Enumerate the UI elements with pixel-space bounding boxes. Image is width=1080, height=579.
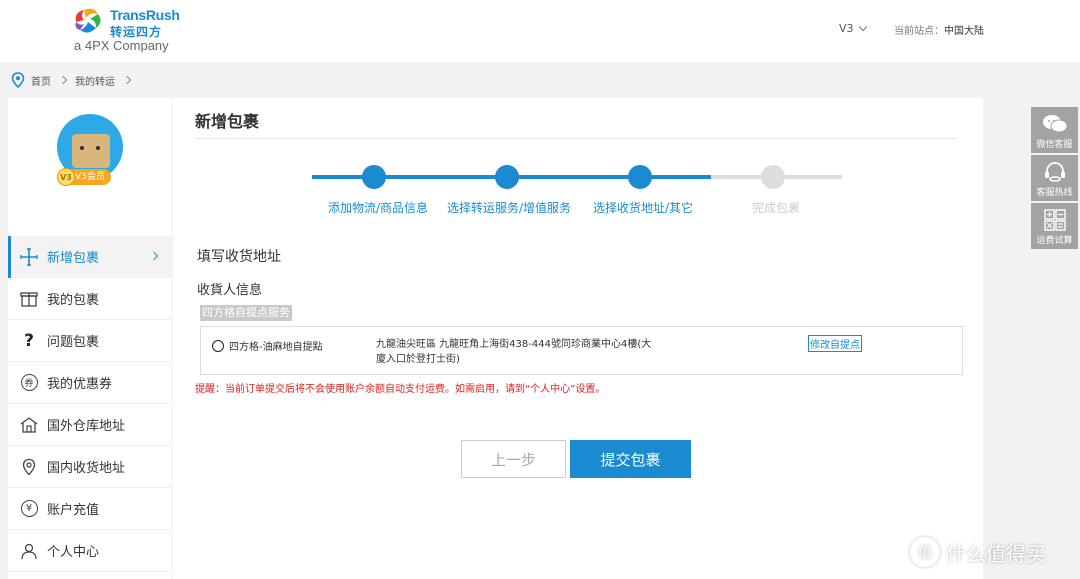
pickup-radio[interactable] [212,340,224,352]
watermark-text: 什么值得买 [946,541,1046,566]
plus-icon [20,247,38,266]
shipping-calculator-button[interactable]: 运费试算 [1031,203,1078,249]
sidebar-item-label: 问题包裹 [47,335,100,350]
step-label-3: 选择收货地址/其它 [592,201,694,215]
sidebar-nav: 新增包裹 我的包裹 ? 问题包裹 券 我的优惠券 国外仓库地址 国内收货地址 ¥… [8,236,172,572]
chevron-right-icon [58,75,68,85]
sidebar-item-label: 我的包裹 [47,293,100,308]
step-dot-2 [495,165,519,189]
breadcrumb-current[interactable]: 我的转运 [75,73,115,88]
v3-icon: V3 [57,168,75,186]
sidebar-item-coupons[interactable]: 券 我的优惠券 [8,362,172,404]
step-dot-4 [761,165,785,189]
calculator-icon [1042,209,1068,231]
step-label-4: 完成包裹 [751,201,801,215]
pickup-point-address: 九龍油尖旺區 九龍旺角上海街438-444號同珍商業中心4樓(大廈入口於登打士街… [376,339,652,365]
wechat-icon [1042,113,1068,135]
avatar-box-illustration [72,134,110,168]
yen-icon: ¥ [20,500,38,518]
headset-icon [1042,161,1068,183]
sidebar: V3 V3会员 新增包裹 我的包裹 ? 问题包裹 券 我的优惠券 国外仓库地址 … [8,98,172,579]
sidebar-item-overseas-warehouse[interactable]: 国外仓库地址 [8,404,172,446]
sidebar-item-new-package[interactable]: 新增包裹 [8,236,172,278]
payment-warning: 提醒：当前订单提交后将不会使用账户余额自动支付运费。如需启用，请到“个人中心”设… [195,384,606,395]
chevron-right-icon [149,251,159,261]
submit-package-button[interactable]: 提交包裹 [570,440,691,478]
logo-text-en: TransRush [110,7,180,23]
sidebar-item-recharge[interactable]: ¥ 账户充值 [8,488,172,530]
logo-subtitle: a 4PX Company [74,38,169,53]
member-badge: V3 V3会员 [57,168,111,186]
section-title: 填写收货地址 [197,249,281,265]
sidebar-item-domestic-address[interactable]: 国内收货地址 [8,446,172,488]
sidebar-item-label: 个人中心 [47,545,100,560]
level-dropdown[interactable]: V3 [839,22,867,35]
member-level-label: V3会员 [75,172,105,182]
edit-pickup-link[interactable]: 修改自提点 [808,335,862,352]
wechat-service-button[interactable]: 微信客服 [1031,107,1078,153]
sidebar-item-label: 我的优惠券 [47,377,113,392]
user-icon [20,542,38,560]
main-panel: 新增包裹 添加物流/商品信息 选择转运服务/增值服务 选择收货地址/其它 完成包… [173,98,983,579]
step-label-2: 选择转运服务/增值服务 [446,201,572,215]
current-site-label: 当前站点： [894,26,944,37]
location-pin-icon [11,72,25,88]
chevron-down-icon [858,22,867,31]
service-tag: 四方格自提点服务 [200,305,292,321]
watermark: 值 什么值得买 [910,537,1046,567]
breadcrumb-home[interactable]: 首页 [31,73,51,88]
coupon-icon: 券 [20,374,38,392]
top-header: TransRush 转运四方 a 4PX Company V3 当前站点：中国大… [0,0,1080,62]
float-item-label: 微信客服 [1036,140,1073,150]
step-dot-3 [628,165,652,189]
hotline-button[interactable]: 客服热线 [1031,155,1078,201]
title-divider [195,138,957,139]
sidebar-item-label: 国内收货地址 [47,461,126,476]
step-label-1: 添加物流/商品信息 [327,201,429,215]
breadcrumb: 首页 我的转运 [11,71,133,89]
current-site[interactable]: 当前站点：中国大陆 [894,22,984,37]
location-icon [20,458,38,476]
floating-service-bar: 微信客服 客服热线 运费试算 [1031,107,1078,251]
page-title: 新增包裹 [195,112,260,131]
sidebar-item-problem-packages[interactable]: ? 问题包裹 [8,320,172,362]
sidebar-item-my-packages[interactable]: 我的包裹 [8,278,172,320]
question-icon: ? [24,330,34,351]
sidebar-item-label: 国外仓库地址 [47,419,126,434]
sidebar-item-personal-center[interactable]: 个人中心 [8,530,172,572]
chevron-right-icon [122,75,132,85]
step-dot-1 [362,165,386,189]
sidebar-item-label: 账户充值 [47,503,100,518]
receiver-info-title: 收貨人信息 [197,283,263,298]
warehouse-icon [20,416,38,434]
pickup-point-name: 四方格-油麻地自提點 [229,342,323,353]
float-item-label: 运费试算 [1036,236,1073,246]
pickup-address-card: 四方格-油麻地自提點 九龍油尖旺區 九龍旺角上海街438-444號同珍商業中心4… [200,326,963,375]
level-value: V3 [839,22,854,35]
current-site-value: 中国大陆 [944,26,984,37]
transrush-logo[interactable]: TransRush 转运四方 a 4PX Company [72,6,182,56]
watermark-logo-icon: 值 [910,537,940,567]
sidebar-item-label: 新增包裹 [47,251,100,266]
logo-mark-icon [75,8,101,33]
previous-step-button[interactable]: 上一步 [461,440,566,478]
float-item-label: 客服热线 [1036,188,1073,198]
gift-icon [20,290,38,308]
